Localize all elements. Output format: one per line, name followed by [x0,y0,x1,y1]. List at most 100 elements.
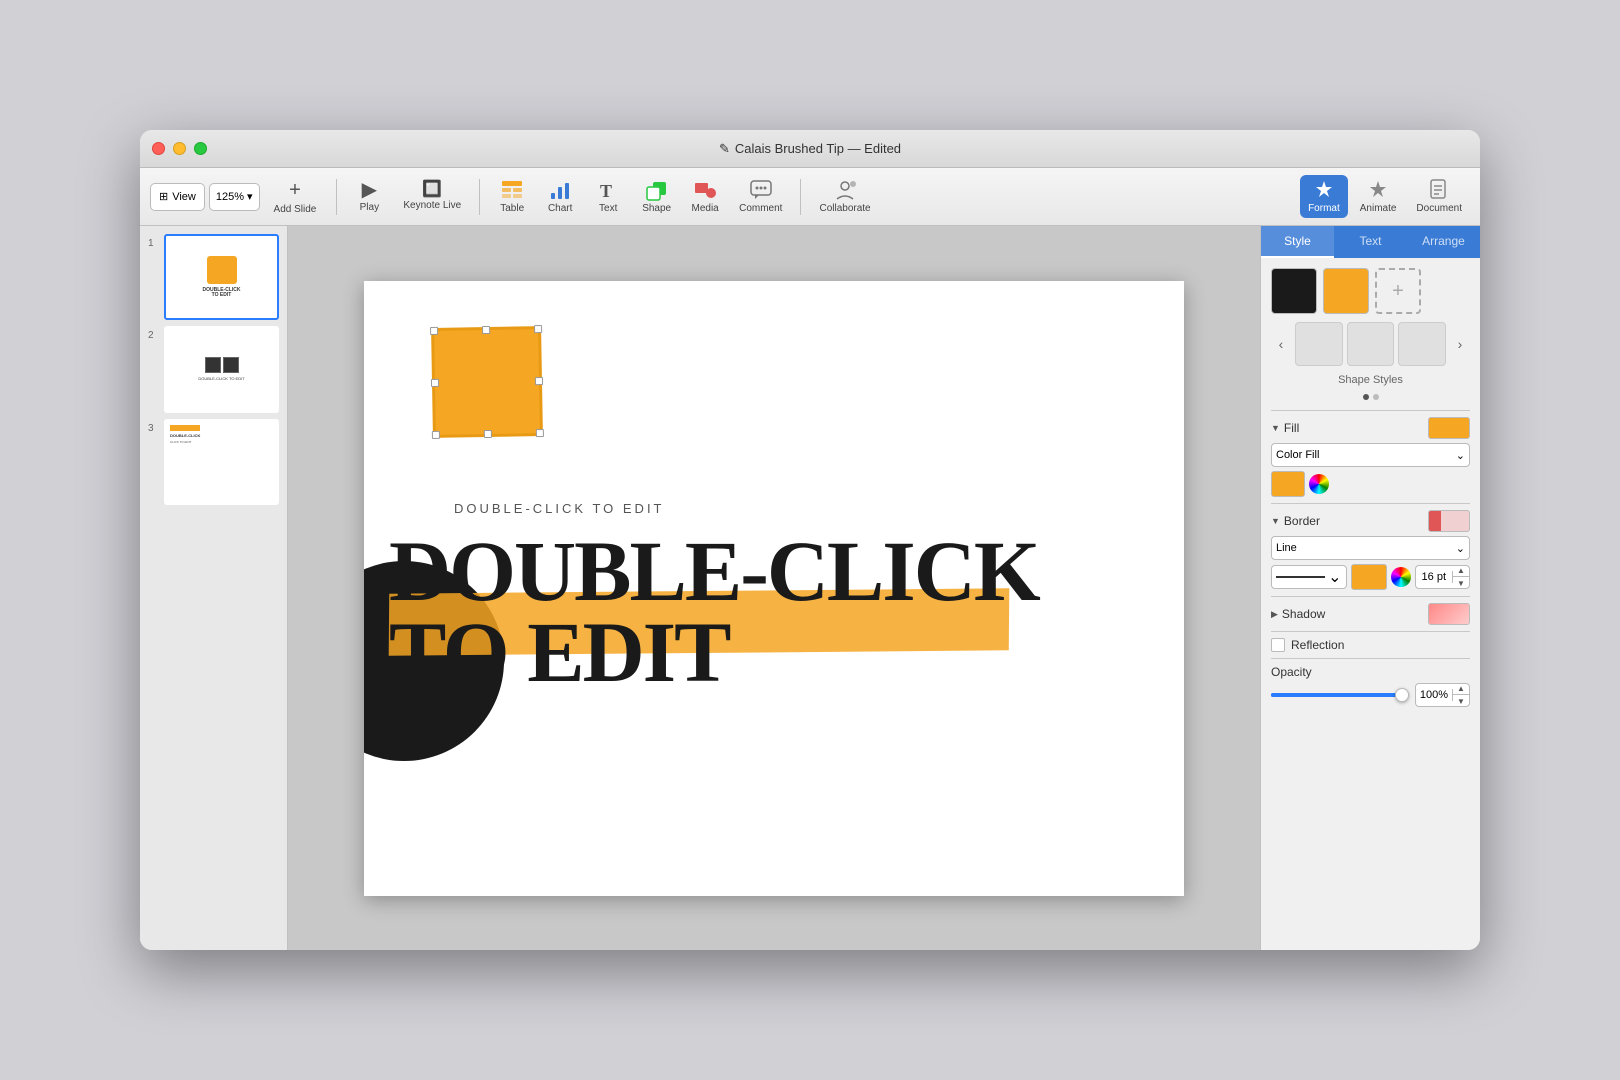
reflection-checkbox[interactable] [1271,638,1285,652]
slide-canvas[interactable]: DOUBLE-CLICK TO EDIT DOUBLE-CLICK TO EDI… [364,281,1184,896]
reflection-row: Reflection [1271,638,1470,652]
shape-styles-label: Shape Styles [1271,374,1470,386]
play-button[interactable]: ▶ Play [347,176,391,217]
collaborate-button[interactable]: Collaborate [811,175,878,218]
swatch-add-button[interactable]: + [1375,268,1421,314]
handle-tr[interactable] [534,325,542,333]
slide-3-container: 3 DOUBLE-CLICK CLICK TO EDIT [148,419,279,505]
text-button[interactable]: T Text [586,175,630,218]
brushstroke-shape-container[interactable] [432,327,552,447]
fill-color-swatch[interactable] [1428,417,1470,439]
table-button[interactable]: Table [490,175,534,218]
brushstroke-rect[interactable] [431,326,543,438]
divider-3 [1271,596,1470,597]
panel-prev-button[interactable]: ‹ [1271,334,1291,354]
slide-2-thumb[interactable]: DOUBLE-CLICK TO EDIT [164,326,279,412]
border-size-up[interactable]: ▲ [1453,565,1469,577]
add-slide-button[interactable]: + Add Slide [264,175,327,219]
main-area: 1 DOUBLE-CLICKTO EDIT 2 [140,226,1480,950]
slide-1-container: 1 DOUBLE-CLICKTO EDIT [148,234,279,320]
zoom-button[interactable]: 125% ▾ [209,183,260,211]
tab-arrange[interactable]: Arrange [1407,226,1480,258]
opacity-slider[interactable] [1271,693,1409,697]
window-title: ✎ Calais Brushed Tip — Edited [719,141,901,157]
opacity-control: 100% ▲ ▼ [1271,683,1470,707]
handle-ml[interactable] [431,378,439,386]
opacity-slider-fill [1271,693,1409,697]
tab-text[interactable]: Text [1334,226,1407,258]
canvas-area[interactable]: DOUBLE-CLICK TO EDIT DOUBLE-CLICK TO EDI… [288,226,1260,950]
opacity-value-control[interactable]: 100% ▲ ▼ [1415,683,1470,707]
border-type-dropdown[interactable]: Line ⌄ [1271,536,1470,560]
panel-next-button[interactable]: › [1450,334,1470,354]
divider-1 [1271,410,1470,411]
animate-button[interactable]: Animate [1352,175,1405,218]
fill-type-dropdown[interactable]: Color Fill ⌄ [1271,443,1470,467]
shape-style-3[interactable] [1398,322,1446,366]
format-button[interactable]: Format [1300,175,1348,218]
shadow-color-swatch[interactable] [1428,603,1470,625]
close-button[interactable] [152,142,165,155]
fill-label: Fill [1284,421,1299,435]
thumb3-sub: CLICK TO EDIT [170,440,191,444]
comment-button[interactable]: Comment [731,175,790,218]
border-color-wheel[interactable] [1391,567,1411,587]
swatch-yellow[interactable] [1323,268,1369,314]
fill-color-wheel[interactable] [1309,474,1329,494]
slide-main-text: DOUBLE-CLICK TO EDIT [389,531,1039,694]
panel-body: + ‹ › Shape Styles [1261,258,1480,950]
swatch-black[interactable] [1271,268,1317,314]
svg-text:T: T [600,181,612,201]
shape-style-2[interactable] [1347,322,1395,366]
border-chevron-icon: ⌄ [1456,542,1465,555]
thumb3-yellow-bar [170,425,200,431]
chart-button[interactable]: Chart [538,175,582,218]
view-grid-icon: ⊞ [159,190,168,203]
maximize-button[interactable] [194,142,207,155]
handle-mr[interactable] [535,377,543,385]
opacity-down[interactable]: ▼ [1453,695,1469,707]
reflection-label: Reflection [1291,638,1344,652]
handle-bm[interactable] [484,429,492,437]
keynote-live-button[interactable]: 🔲 Keynote Live [395,178,469,215]
slide-3-thumb[interactable]: DOUBLE-CLICK CLICK TO EDIT [164,419,279,505]
border-triangle-icon: ▼ [1271,516,1280,526]
view-group: ⊞ View [150,183,205,211]
border-label: Border [1284,514,1320,528]
sep3 [800,179,801,215]
minimize-button[interactable] [173,142,186,155]
tab-style[interactable]: Style [1261,226,1334,258]
opacity-up[interactable]: ▲ [1453,683,1469,695]
document-button[interactable]: Document [1408,175,1470,218]
shape-styles-grid [1295,322,1446,366]
border-color-rect[interactable] [1351,564,1387,590]
handle-bl[interactable] [432,430,440,438]
handle-tm[interactable] [482,325,490,333]
media-button[interactable]: Media [683,175,727,218]
border-size-stepper[interactable]: 16 pt ▲ ▼ [1415,565,1470,589]
slide-3-num: 3 [148,423,160,434]
border-header[interactable]: ▼ Border [1271,510,1470,532]
opacity-slider-thumb[interactable] [1395,688,1409,702]
fill-color-rect[interactable] [1271,471,1305,497]
plus-icon: + [289,179,301,202]
shadow-header[interactable]: ▶ Shadow [1271,603,1470,625]
fill-header[interactable]: ▼ Fill [1271,417,1470,439]
shadow-triangle-icon: ▶ [1271,609,1278,620]
shadow-section: ▶ Shadow [1271,603,1470,625]
shape-style-1[interactable] [1295,322,1343,366]
line-style-button[interactable]: ⌄ [1271,565,1347,589]
handle-tl[interactable] [430,326,438,334]
border-color-swatch[interactable] [1428,510,1470,532]
shape-button[interactable]: Shape [634,175,679,218]
slide-2-num: 2 [148,330,160,341]
view-button[interactable]: ⊞ View [150,183,205,211]
format-toolbar-icon [1312,179,1336,201]
handle-br[interactable] [536,429,544,437]
panel-nav: ‹ › [1271,322,1470,366]
fill-section: ▼ Fill Color Fill ⌄ [1271,417,1470,497]
opacity-section: Opacity 100% ▲ ▼ [1271,665,1470,707]
border-size-down[interactable]: ▼ [1453,577,1469,589]
document-icon [1427,179,1451,201]
slide-1-thumb[interactable]: DOUBLE-CLICKTO EDIT [164,234,279,320]
